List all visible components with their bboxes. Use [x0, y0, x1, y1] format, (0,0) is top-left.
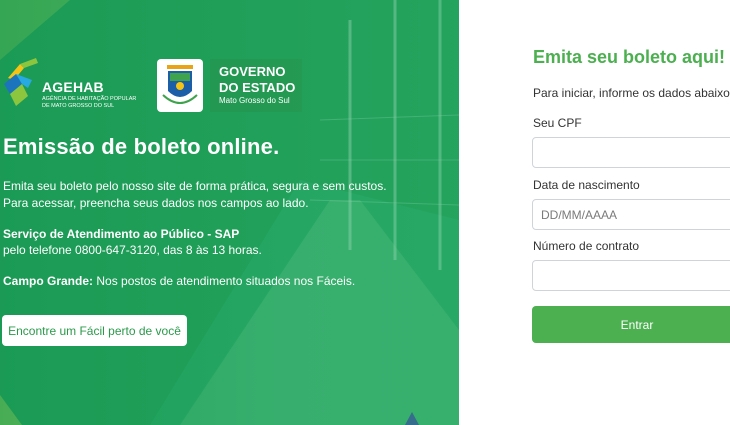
hero-description: Emita seu boleto pelo nosso site de form…	[3, 179, 387, 210]
campo-grande-info: Campo Grande: Nos postos de atendimento …	[3, 274, 355, 288]
enter-button[interactable]: Entrar	[532, 306, 730, 343]
boleto-form: Emita seu boleto aqui! Para iniciar, inf…	[459, 0, 730, 425]
hero-content: AGEHAB AGÊNCIA DE HABITAÇÃO POPULAR DE M…	[0, 0, 459, 425]
agehab-name: AGEHAB	[42, 79, 104, 95]
find-facil-button[interactable]: Encontre um Fácil perto de você	[2, 315, 187, 346]
sap-phone: pelo telefone 0800-647-3120, das 8 às 13…	[3, 243, 262, 257]
governo-line3: Mato Grosso do Sul	[219, 96, 290, 105]
page-title: Emissão de boleto online.	[3, 134, 280, 159]
contract-number-label: Número de contrato	[533, 239, 640, 253]
form-title: Emita seu boleto aqui!	[533, 47, 726, 67]
agehab-subtitle: AGÊNCIA DE HABITAÇÃO POPULAR DE MATO GRO…	[42, 96, 137, 109]
birth-date-input[interactable]	[532, 199, 730, 230]
form-subtitle: Para iniciar, informe os dados abaixo:	[533, 86, 730, 100]
governo-line2: DO ESTADO	[219, 80, 296, 95]
sap-title: Serviço de Atendimento ao Público - SAP	[3, 227, 240, 241]
cpf-input[interactable]	[532, 137, 730, 168]
campo-grande-label: Campo Grande:	[3, 274, 94, 288]
governo-line1: GOVERNO	[219, 64, 286, 79]
cpf-label: Seu CPF	[533, 116, 582, 130]
birth-date-label: Data de nascimento	[533, 178, 640, 192]
state-coat-of-arms-icon	[157, 59, 203, 112]
campo-grande-text: Nos postos de atendimento situados nos F…	[93, 274, 356, 288]
hero-banner: AGEHAB AGÊNCIA DE HABITAÇÃO POPULAR DE M…	[0, 0, 459, 425]
contract-number-input[interactable]	[532, 260, 730, 291]
